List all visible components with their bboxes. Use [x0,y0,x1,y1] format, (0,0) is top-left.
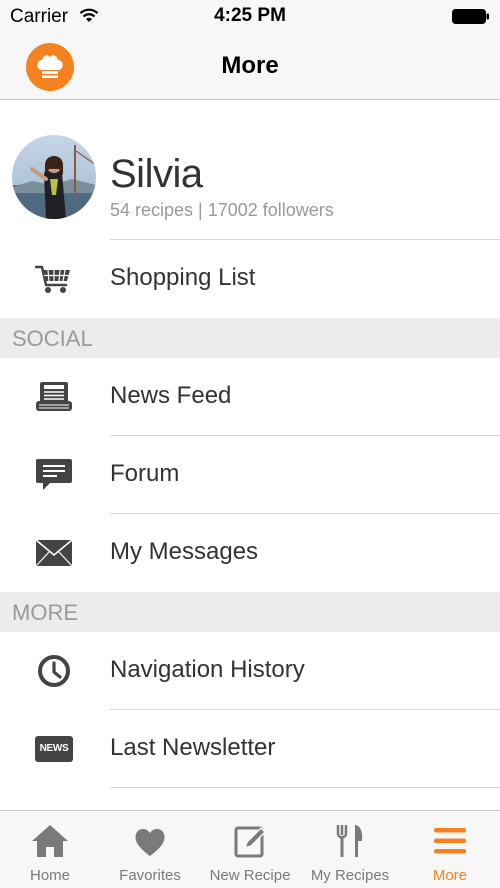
newsletter-icon: NEWS [34,732,74,766]
tab-new-recipe[interactable]: New Recipe [200,811,300,888]
menu-item-last-newsletter[interactable]: NEWS Last Newsletter [0,710,500,788]
tab-bar: Home Favorites New Recipe My Recipes Mor… [0,810,500,888]
menu-item-navigation-history[interactable]: Navigation History [0,632,500,710]
tab-favorites[interactable]: Favorites [100,811,200,888]
section-title: SOCIAL [12,326,93,351]
section-header-more: MORE [0,592,500,632]
tab-label: Home [29,867,70,884]
chat-bubble-icon [34,458,74,492]
nav-bar: More [0,34,500,100]
menu-item-my-messages[interactable]: My Messages [0,514,500,592]
newsletter-badge: NEWS [35,736,73,762]
shopping-cart-icon [34,262,74,296]
profile-stats: 54 recipes | 17002 followers [110,200,334,220]
section-header-social: SOCIAL [0,318,500,358]
avatar[interactable] [12,135,96,219]
section-title: MORE [12,600,78,625]
tab-my-recipes[interactable]: My Recipes [300,811,400,888]
profile-name: Silvia [110,152,203,196]
battery-icon [452,9,489,24]
menu-label: Last Newsletter [110,734,276,761]
menu-label: Navigation History [110,656,305,683]
tab-label: My Recipes [310,867,390,884]
profile-header[interactable]: Silvia 54 recipes | 17002 followers [0,100,500,240]
menu-item-shopping-list[interactable]: Shopping List [0,240,500,318]
divider [110,787,500,788]
envelope-icon [34,536,74,570]
status-bar: Carrier 4:25 PM [0,0,500,34]
tab-label: Favorites [119,867,181,884]
tab-label: More [432,867,468,884]
status-time: 4:25 PM [214,5,286,26]
fork-knife-icon [336,825,363,857]
edit-icon [234,826,267,858]
menu-label: News Feed [110,382,232,409]
heart-icon [135,828,165,856]
menu-item-forum[interactable]: Forum [0,436,500,514]
menu-icon [434,828,466,854]
tab-more[interactable]: More [400,811,500,888]
clock-icon [34,654,74,688]
home-icon [32,825,68,857]
menu-label: My Messages [110,538,259,565]
tab-home[interactable]: Home [0,811,100,888]
news-feed-icon [34,380,74,414]
page-title: More [221,52,279,79]
menu-label: Shopping List [110,264,256,291]
menu-label: Forum [110,460,180,487]
tab-label: New Recipe [209,867,291,884]
menu-item-news-feed[interactable]: News Feed [0,358,500,436]
